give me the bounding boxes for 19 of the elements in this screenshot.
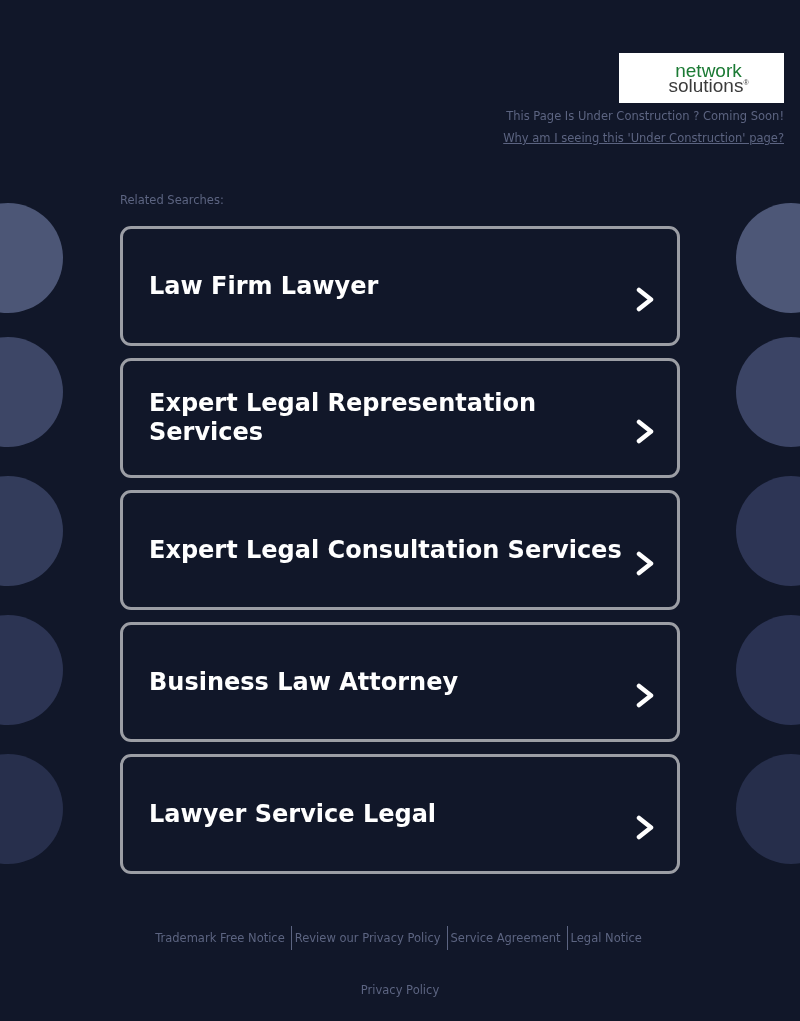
chevron-right-icon xyxy=(636,286,654,312)
footer-link[interactable]: Trademark Free Notice xyxy=(152,926,291,950)
construction-info-link[interactable]: Why am I seeing this 'Under Construction' page? xyxy=(503,130,784,146)
related-search-link[interactable]: Expert Legal Consultation Services xyxy=(120,490,680,610)
related-search-link[interactable]: Lawyer Service Legal xyxy=(120,754,680,874)
footer-link[interactable]: Service Agreement xyxy=(446,926,567,950)
footer-link[interactable]: Review our Privacy Policy xyxy=(290,926,447,950)
related-search-link[interactable]: Expert Legal Representation Services xyxy=(120,358,680,478)
related-search-link[interactable]: Law Firm Lawyer xyxy=(120,226,680,346)
chevron-right-icon xyxy=(636,418,654,444)
privacy-policy-link[interactable]: Privacy Policy xyxy=(360,982,440,998)
chevron-right-icon xyxy=(636,814,654,840)
chevron-right-icon xyxy=(636,682,654,708)
related-search-link[interactable]: Business Law Attorney xyxy=(120,622,680,742)
construction-notice: This Page Is Under Construction ? Coming Soon! xyxy=(506,108,784,124)
logo: network solutions$^{®}$ xyxy=(619,53,784,103)
related-searches-heading: Related Searches: xyxy=(120,192,224,208)
footer-link[interactable]: Legal Notice xyxy=(566,926,648,950)
chevron-right-icon xyxy=(636,550,654,576)
